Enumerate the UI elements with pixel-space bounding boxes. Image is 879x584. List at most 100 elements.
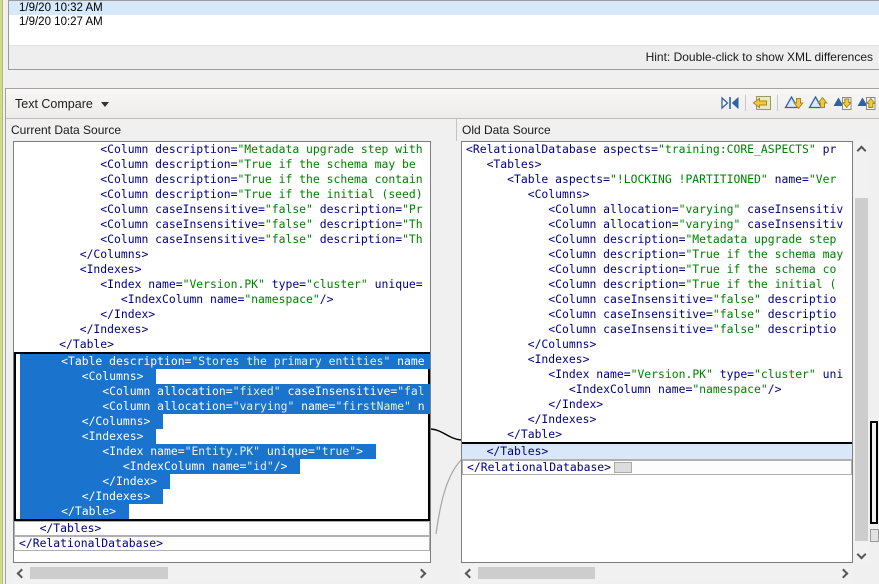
chevron-left-icon (17, 569, 27, 579)
diff-band-line[interactable]: </Tables> (462, 442, 852, 460)
code-line[interactable]: <Column caseInsensitive="false" descript… (462, 322, 852, 337)
code-line[interactable]: <Column description="Metadata upgrade st… (14, 142, 430, 157)
selected-text: </Indexes> (20, 489, 163, 504)
next-change-icon[interactable] (831, 94, 852, 112)
history-rows: 1/9/20 10:32 AM1/9/20 10:27 AM (9, 1, 879, 29)
compare-editor: Text Compare Current Data Source Old Dat… (5, 88, 879, 584)
scroll-left-button[interactable] (461, 565, 476, 580)
diff-connector-lines (431, 141, 461, 563)
diff-band-line[interactable]: </RelationalDatabase> (14, 536, 430, 551)
code-line[interactable]: <Columns> (462, 187, 852, 202)
code-line[interactable]: <IndexColumn name="namespace"/> (462, 382, 852, 397)
code-line[interactable]: <Column caseInsensitive="false" descript… (462, 307, 852, 322)
selected-diff-block[interactable]: <Table description="Stores the primary e… (14, 352, 430, 521)
history-list[interactable]: 1/9/20 10:32 AM1/9/20 10:27 AM Hint: Dou… (8, 0, 879, 70)
hint-text: Hint: Double-click to show XML differenc… (646, 50, 873, 64)
code-line[interactable]: <Column description="True if the schema … (14, 172, 430, 187)
selected-text: </Columns> (20, 414, 163, 429)
code-line[interactable]: </Table> (462, 427, 852, 442)
code-line[interactable]: <Column caseInsensitive="false" descript… (14, 202, 430, 217)
vertical-scrollbar-thumb[interactable] (855, 198, 868, 541)
chevron-left-icon (465, 569, 475, 579)
history-row[interactable]: 1/9/20 10:27 AM (9, 15, 879, 29)
code-line[interactable]: <IndexColumn name="id"/> (16, 459, 428, 474)
copy-right-to-left-icon[interactable] (751, 94, 772, 112)
code-line[interactable]: <Column description="True if the initial… (14, 187, 430, 202)
code-line[interactable]: <Indexes> (14, 262, 430, 277)
selected-text: </Table> (20, 504, 129, 519)
code-line[interactable]: </Indexes> (16, 489, 428, 504)
code-line[interactable]: <Column description="True if the schema … (462, 247, 852, 262)
code-line[interactable]: </Indexes> (462, 412, 852, 427)
selected-text: <Columns> (20, 369, 156, 384)
previous-difference-icon[interactable] (807, 94, 828, 112)
chevron-right-icon (417, 569, 427, 579)
code-line[interactable]: <Index name="Version.PK" type="cluster" … (14, 277, 430, 292)
right-horizontal-scrollbar[interactable] (461, 564, 853, 582)
selected-text: <IndexColumn name="id"/> (20, 459, 300, 474)
pane-title-divider (456, 119, 457, 141)
code-line[interactable]: <Index name="Entity.PK" unique="true"> (16, 444, 428, 459)
vertical-scrollbar[interactable] (854, 141, 869, 563)
history-row[interactable]: 1/9/20 10:32 AM (9, 1, 879, 15)
diff-band-line[interactable]: </Tables> (14, 521, 430, 536)
selection-end-marker (614, 462, 632, 473)
selected-text: <Column allocation="varying" name="first… (20, 399, 431, 414)
code-line[interactable]: <Column description="True if the initial… (462, 277, 852, 292)
left-pane-title: Current Data Source (11, 123, 121, 137)
previous-change-icon[interactable] (855, 94, 876, 112)
code-line[interactable]: <Table aspects="!LOCKING !PARTITIONED" n… (462, 172, 852, 187)
code-line[interactable]: <Column allocation="varying" caseInsensi… (462, 217, 852, 232)
scroll-right-button[interactable] (416, 565, 431, 580)
overview-ruler (869, 141, 879, 563)
overview-change-marker[interactable] (870, 529, 879, 542)
chevron-down-icon (101, 102, 109, 107)
code-line[interactable]: <Column caseInsensitive="false" descript… (14, 232, 430, 247)
code-line[interactable]: <Column description="True if the schema … (14, 157, 430, 172)
code-line[interactable]: <Columns> (16, 369, 428, 384)
left-horizontal-thumb[interactable] (30, 567, 168, 579)
code-line[interactable]: <Column caseInsensitive="false" descript… (14, 217, 430, 232)
code-line[interactable]: <Column description="Metadata upgrade st… (462, 232, 852, 247)
overview-diff-marker[interactable] (870, 421, 878, 524)
code-line[interactable]: <Table description="Stores the primary e… (16, 354, 428, 369)
selected-text: <Column allocation="fixed" caseInsensiti… (20, 384, 431, 399)
compare-mode-dropdown[interactable]: Text Compare (15, 95, 109, 113)
code-line[interactable]: <Index name="Version.PK" type="cluster" … (462, 367, 852, 382)
code-line[interactable]: <Column allocation="varying" caseInsensi… (462, 202, 852, 217)
scroll-left-button[interactable] (13, 565, 28, 580)
swap-panes-icon[interactable] (719, 94, 740, 112)
code-line[interactable]: </Index> (14, 307, 430, 322)
diff-band-line[interactable]: </RelationalDatabase> (462, 460, 852, 475)
code-line[interactable]: <Column caseInsensitive="false" descript… (462, 292, 852, 307)
code-line[interactable]: </Table> (16, 504, 428, 519)
code-line[interactable]: <IndexColumn name="namespace"/> (14, 292, 430, 307)
scroll-right-button[interactable] (838, 565, 853, 580)
right-horizontal-thumb[interactable] (478, 567, 595, 579)
code-line[interactable]: <Indexes> (462, 352, 852, 367)
code-line[interactable]: </Index> (16, 474, 428, 489)
code-line[interactable]: <Column allocation="fixed" caseInsensiti… (16, 384, 428, 399)
toolbar-separator (745, 95, 746, 111)
code-line[interactable]: <Tables> (462, 157, 852, 172)
code-line[interactable]: <Column description="True if the schema … (462, 262, 852, 277)
code-line[interactable]: </Columns> (16, 414, 428, 429)
code-line[interactable]: </Index> (462, 397, 852, 412)
compare-toolbar (719, 94, 876, 112)
compare-toolbar-bar: Text Compare (6, 89, 879, 119)
hint-bar: Hint: Double-click to show XML differenc… (9, 45, 879, 69)
code-line[interactable]: </Columns> (14, 247, 430, 262)
scroll-up-button[interactable] (854, 141, 869, 156)
code-line[interactable]: <RelationalDatabase aspects="training:CO… (462, 142, 852, 157)
current-source-editor[interactable]: <Column description="Metadata upgrade st… (13, 141, 431, 563)
left-horizontal-scrollbar[interactable] (13, 564, 431, 582)
old-source-editor[interactable]: <RelationalDatabase aspects="training:CO… (461, 141, 853, 563)
chevron-down-icon (857, 550, 867, 560)
next-difference-icon[interactable] (783, 94, 804, 112)
scroll-down-button[interactable] (854, 548, 869, 563)
code-line[interactable]: <Indexes> (16, 429, 428, 444)
code-line[interactable]: </Table> (14, 337, 430, 352)
code-line[interactable]: </Indexes> (14, 322, 430, 337)
code-line[interactable]: </Columns> (462, 337, 852, 352)
code-line[interactable]: <Column allocation="varying" name="first… (16, 399, 428, 414)
